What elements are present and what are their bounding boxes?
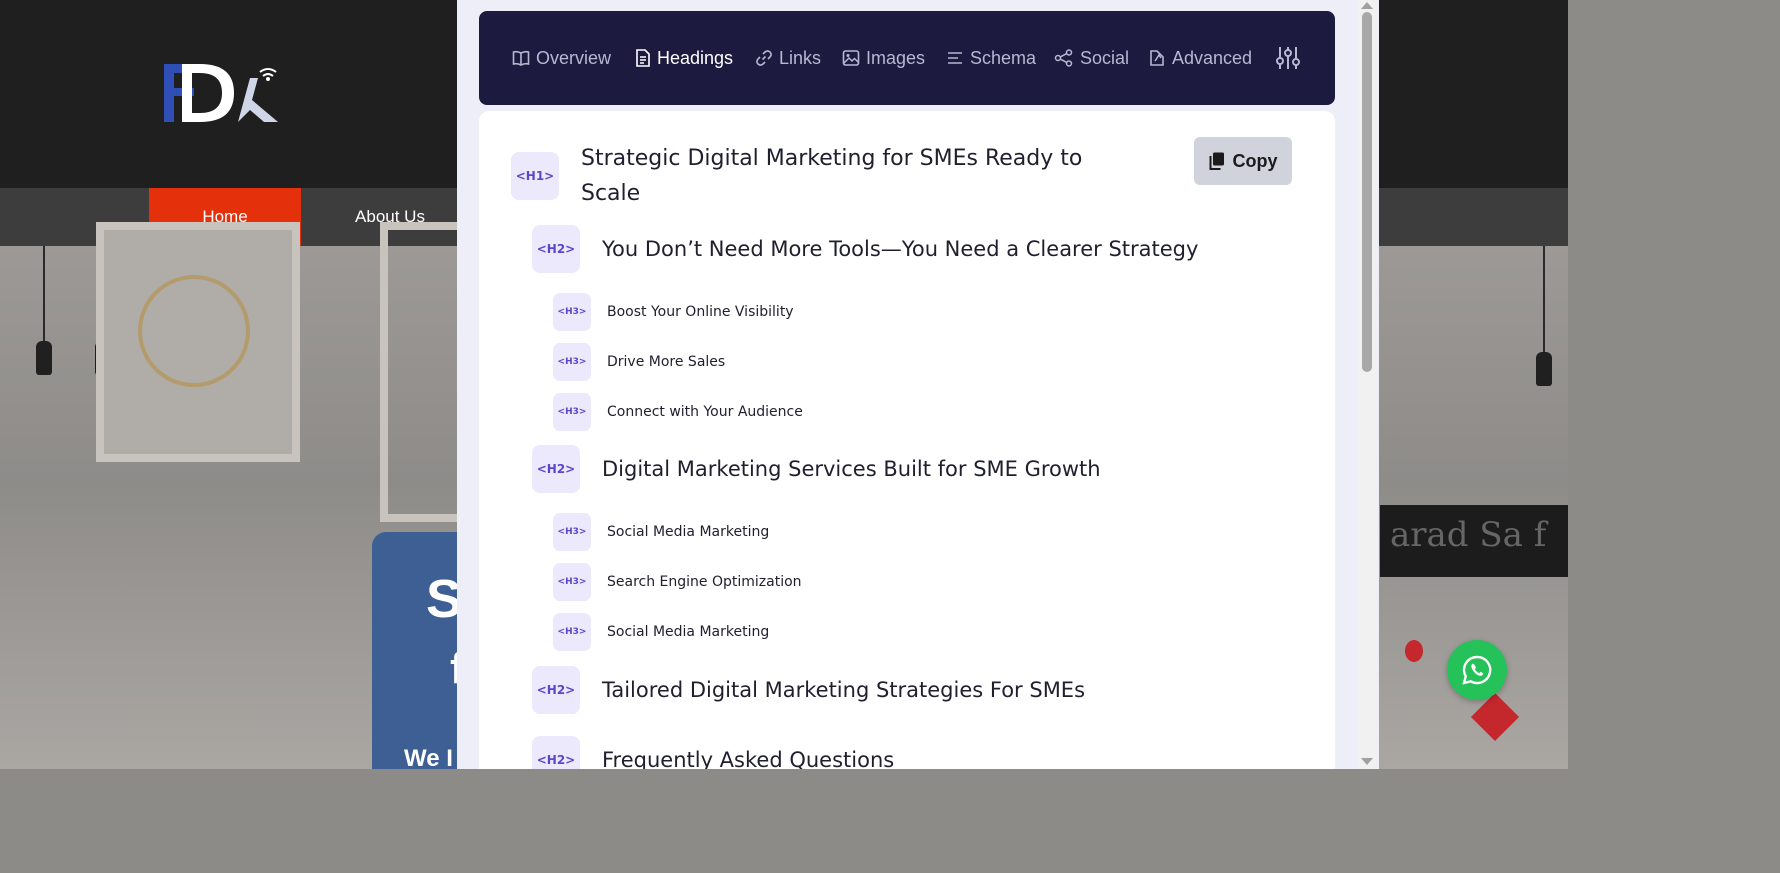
heading-row-h2: <H2> You Don’t Need More Tools—You Need … (532, 225, 1198, 273)
tab-schema[interactable]: Schema (946, 11, 1036, 105)
heading-row-h2: <H2> Tailored Digital Marketing Strategi… (532, 666, 1085, 714)
share-icon (1054, 49, 1073, 67)
heading-level-tag: <H3> (553, 293, 591, 331)
link-icon (756, 50, 772, 66)
wall-wreath (138, 275, 250, 387)
headings-content: Copy <H1> Strategic Digital Marketing fo… (479, 111, 1335, 769)
tab-label: Social (1080, 47, 1130, 68)
scroll-down-arrow[interactable] (1361, 758, 1373, 765)
heading-text: Social Media Marketing (607, 524, 770, 540)
heading-text: Digital Marketing Services Built for SME… (602, 457, 1101, 481)
whatsapp-chat-button[interactable] (1447, 640, 1507, 700)
tab-label: Schema (970, 47, 1037, 68)
tab-headings[interactable]: Headings (635, 11, 733, 105)
heading-row-h2: <H2> Frequently Asked Questions (532, 736, 894, 769)
heading-level-tag: <H3> (553, 613, 591, 651)
heading-text: Social Media Marketing (607, 624, 770, 640)
schema-icon (948, 52, 962, 64)
copy-button[interactable]: Copy (1194, 137, 1292, 185)
advanced-icon (1150, 50, 1164, 66)
tab-bar: Overview Headings Links Images Schema So… (479, 11, 1335, 105)
heading-row-h2: <H2> Digital Marketing Services Built fo… (532, 445, 1101, 493)
heading-level-tag: <H2> (532, 225, 580, 273)
copy-icon (1209, 152, 1224, 170)
tab-label: Advanced (1172, 47, 1253, 68)
heading-row-h3: <H3> Social Media Marketing (553, 513, 769, 551)
scrollbar-thumb[interactable] (1362, 12, 1372, 372)
heading-text: Drive More Sales (607, 354, 726, 370)
heading-level-tag: <H1> (511, 152, 559, 200)
tab-label: Overview (536, 47, 612, 68)
heading-text: Strategic Digital Marketing for SMEs Rea… (581, 146, 1083, 206)
seo-extension-panel: Overview Headings Links Images Schema So… (457, 0, 1379, 769)
heading-level-tag: <H3> (553, 393, 591, 431)
heading-text: You Don’t Need More Tools—You Need a Cle… (602, 237, 1199, 261)
wall-sign-text: arad Sa f (1390, 515, 1547, 555)
tab-social[interactable]: Social (1054, 11, 1129, 105)
heading-text: Boost Your Online Visibility (607, 304, 794, 320)
heading-row-h3: <H3> Search Engine Optimization (553, 563, 802, 601)
heading-row-h1: <H1> Strategic Digital Marketing for SME… (511, 141, 1101, 211)
site-logo[interactable] (160, 58, 290, 128)
image-icon (842, 50, 860, 66)
pendant-lamp (1536, 352, 1552, 386)
tab-images[interactable]: Images (842, 11, 925, 105)
heading-text: Connect with Your Audience (607, 404, 803, 420)
heading-level-tag: <H2> (532, 445, 580, 493)
wall-decoration (1405, 640, 1423, 662)
pendant-lamp (36, 341, 52, 375)
hero-tagline-fragment: We I (404, 745, 453, 772)
wall-frame (380, 222, 460, 522)
heading-row-h3: <H3> Boost Your Online Visibility (553, 293, 794, 331)
document-icon (636, 49, 650, 67)
book-icon (512, 50, 530, 66)
tab-links[interactable]: Links (755, 11, 821, 105)
vertical-scrollbar[interactable] (1357, 0, 1377, 769)
heading-row-h3: <H3> Connect with Your Audience (553, 393, 803, 431)
sliders-icon[interactable] (1275, 45, 1301, 71)
heading-level-tag: <H3> (553, 343, 591, 381)
heading-level-tag: <H2> (532, 736, 580, 769)
tab-label: Links (779, 47, 822, 68)
tab-advanced[interactable]: Advanced (1148, 11, 1252, 105)
heading-text: Frequently Asked Questions (602, 748, 895, 769)
copy-label: Copy (1232, 150, 1278, 171)
tab-label: Images (866, 47, 926, 68)
heading-level-tag: <H2> (532, 666, 580, 714)
tab-overview[interactable]: Overview (512, 11, 611, 105)
pendant-lamp-cord (1543, 246, 1545, 358)
pendant-lamp-cord (43, 246, 45, 341)
heading-row-h3: <H3> Social Media Marketing (553, 613, 769, 651)
heading-text: Tailored Digital Marketing Strategies Fo… (602, 678, 1086, 702)
scroll-up-arrow[interactable] (1361, 2, 1373, 9)
heading-level-tag: <H3> (553, 513, 591, 551)
heading-level-tag: <H3> (553, 563, 591, 601)
heading-row-h3: <H3> Drive More Sales (553, 343, 725, 381)
tab-label: Headings (657, 47, 734, 68)
whatsapp-icon (1462, 655, 1492, 685)
heading-text: Search Engine Optimization (607, 574, 802, 590)
